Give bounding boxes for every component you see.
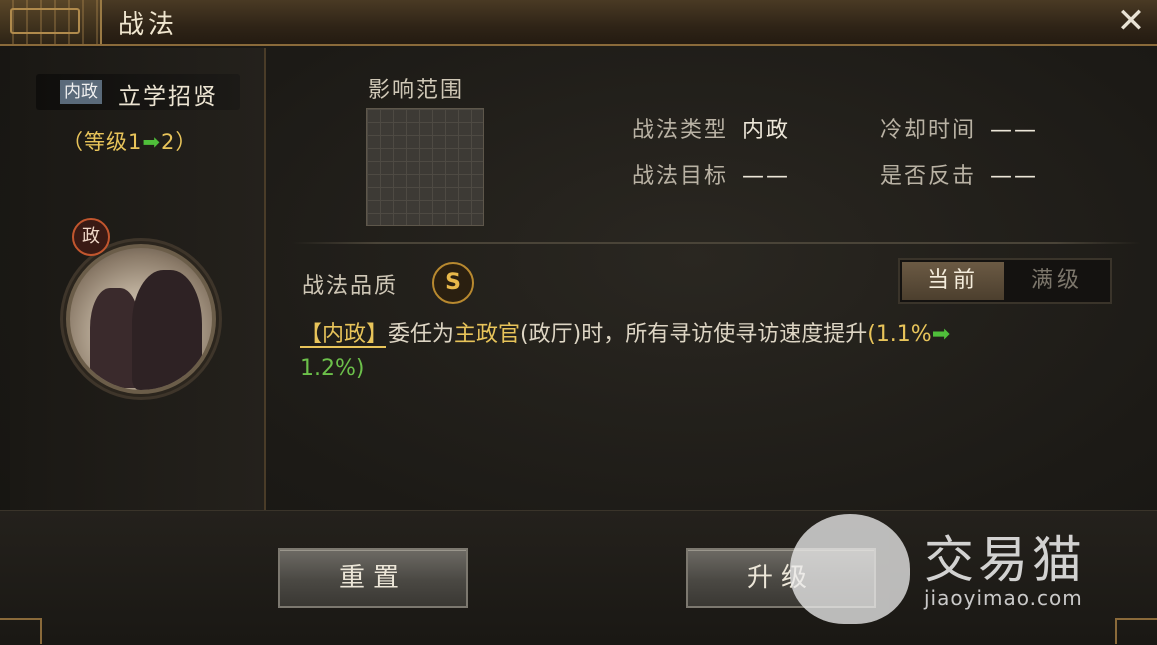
desc-highlight: 主政官	[454, 322, 521, 347]
divider	[292, 242, 1140, 244]
attr-label: 冷却时间	[880, 118, 977, 143]
cat-logo-icon	[790, 514, 910, 624]
corner-ornament-icon	[1115, 618, 1157, 644]
watermark: 交易猫 jiaoyimao.com	[790, 508, 1110, 628]
watermark-url: jiaoyimao.com	[924, 586, 1083, 610]
portrait-figure	[132, 270, 202, 390]
attr-value: 内政	[742, 118, 791, 143]
desc-tag-underline	[300, 346, 386, 348]
title-ornament-icon	[0, 0, 102, 44]
desc-tag: 【内政】	[300, 322, 389, 347]
quality-grade-badge: S	[432, 262, 474, 304]
title-bar: 战法 ✕	[0, 0, 1157, 46]
attr-value: ——	[990, 118, 1039, 143]
skill-window: 战法 ✕ 内政 立学招贤 （等级1➡2） 政 影响范围 战法类型 内政 冷却时间 —…	[0, 0, 1157, 645]
skill-type-tag: 内政	[60, 80, 102, 104]
level-arrow-icon: ➡	[142, 130, 161, 154]
attr-label: 战法类型	[632, 118, 729, 143]
skill-level: （等级1➡2）	[62, 126, 197, 156]
attr-target: 战法目标 ——	[632, 158, 790, 190]
attr-skill-type: 战法类型 内政	[632, 112, 790, 144]
desc-paren: (	[867, 322, 876, 347]
level-prefix: （等级1	[62, 130, 143, 154]
toggle-current[interactable]: 当前	[902, 262, 1004, 300]
skill-name: 立学招贤	[118, 84, 218, 110]
desc-paren: )	[355, 356, 365, 381]
desc-text: (政厅)时，所有寻访使寻访速度提升	[520, 322, 868, 347]
reset-button[interactable]: 重置	[278, 548, 468, 608]
range-label: 影响范围	[368, 78, 465, 103]
range-grid	[366, 108, 484, 226]
attr-label: 战法目标	[632, 164, 729, 189]
attr-cooldown: 冷却时间 ——	[880, 112, 1038, 144]
desc-new-value: 1.2%	[300, 356, 356, 381]
skill-name-box: 内政 立学招贤	[36, 74, 240, 110]
desc-old-value: 1.1%	[875, 322, 932, 347]
level-view-toggle: 当前 满级	[898, 258, 1112, 304]
level-suffix: 2）	[160, 130, 198, 154]
corner-ornament-icon	[0, 618, 42, 644]
close-icon[interactable]: ✕	[1113, 4, 1149, 40]
watermark-brand: 交易猫	[924, 531, 1086, 589]
attr-value: ——	[990, 164, 1039, 189]
skill-info-panel: 内政 立学招贤 （等级1➡2） 政	[10, 48, 266, 510]
attr-value: ——	[742, 164, 791, 189]
desc-text: 委任为	[388, 322, 455, 347]
politics-badge: 政	[72, 218, 110, 256]
quality-label: 战法品质	[302, 274, 399, 299]
skill-portrait	[66, 244, 216, 394]
attr-label: 是否反击	[880, 164, 977, 189]
skill-description: 【内政】委任为主政官(政厅)时，所有寻访使寻访速度提升(1.1%➡ 1.2%)	[300, 318, 1080, 386]
attr-counter: 是否反击 ——	[880, 158, 1038, 190]
window-title: 战法	[118, 10, 179, 40]
toggle-max-level[interactable]: 满级	[1006, 262, 1108, 300]
desc-arrow-icon: ➡	[931, 322, 951, 347]
